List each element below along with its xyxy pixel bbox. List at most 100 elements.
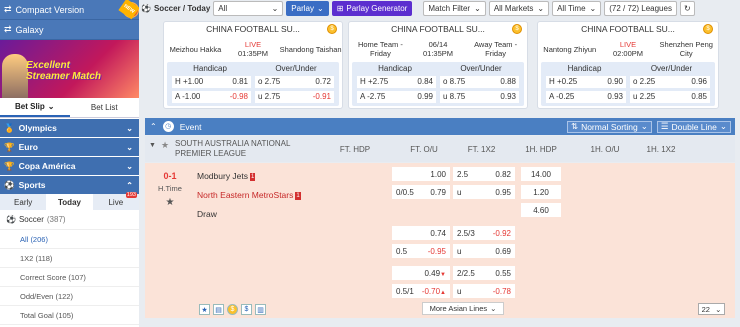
odds-button[interactable]: u 8.75 0.93 <box>440 90 519 103</box>
info-icon[interactable]: ▤ <box>213 304 224 315</box>
market-correct-score[interactable]: Correct Score (107) <box>0 268 139 287</box>
odds-value: 0.79 <box>430 187 446 197</box>
tab-today[interactable]: Today <box>46 194 93 210</box>
market-count: (107) <box>68 272 86 282</box>
market-all[interactable]: All (206) <box>0 230 139 249</box>
line-label: 0.5/1 <box>396 286 414 296</box>
match-filter-dropdown[interactable]: Match Filter ⌄ <box>423 1 486 16</box>
galaxy-bar[interactable]: ⇄ Galaxy <box>0 20 139 40</box>
odds-value: 0.49 <box>424 268 441 278</box>
home-team-name: Modbury Jets <box>197 171 249 181</box>
odds-button[interactable]: A -2.75 0.99 <box>357 90 436 103</box>
tab-bet-list[interactable]: Bet List <box>70 98 140 117</box>
page-count-select[interactable]: 22 ⌄ <box>698 303 725 315</box>
odds-button[interactable]: 14.00 <box>521 167 561 181</box>
card-league-label: CHINA FOOTBALL SU... <box>206 24 300 34</box>
olympics-icon: 🏅 <box>4 122 15 133</box>
odds-value: -0.92 <box>492 228 511 238</box>
odds-value: 0.84 <box>417 77 433 86</box>
tab-live[interactable]: Live 193 <box>93 192 139 210</box>
odds-button[interactable]: u 0.69 <box>453 244 515 258</box>
all-markets-dropdown[interactable]: All Markets ⌄ <box>488 1 550 16</box>
dollar-icon[interactable]: $ <box>241 304 252 315</box>
league-title: SOUTH AUSTRALIA NATIONAL PREMIER LEAGUE <box>175 139 291 158</box>
category-copa-america[interactable]: 🏆 Copa América ⌄ <box>0 156 139 175</box>
all-time-dropdown[interactable]: All Time ⌄ <box>552 1 602 16</box>
odds-button[interactable]: 2.5 0.82 <box>453 167 515 181</box>
odds-button[interactable]: 0/0.5 0.79 <box>392 185 450 199</box>
category-olympics[interactable]: 🏅 Olympics ⌄ <box>0 118 139 137</box>
clock-icon: ◷ <box>162 121 174 132</box>
card-status: LIVE <box>244 40 262 49</box>
odds-button[interactable]: 4.60 <box>521 203 561 217</box>
odds-button[interactable]: o 2.75 0.72 <box>255 75 334 88</box>
star-icon[interactable]: ★ <box>161 140 169 150</box>
leagues-dropdown[interactable]: (72 / 72) Leagues <box>604 1 677 16</box>
odds-button[interactable]: u 2.25 0.85 <box>630 90 710 103</box>
market-1x2[interactable]: 1X2 (118) <box>0 249 139 268</box>
collapse-icon[interactable]: ⌃ <box>150 122 157 131</box>
bet-tabs: Bet Slip ⌄ Bet List <box>0 98 139 118</box>
market-total-goal[interactable]: Total Goal (105) <box>0 306 139 325</box>
odds-value: 1.20 <box>533 187 549 197</box>
odds-button[interactable]: H +0.25 0.90 <box>546 75 626 88</box>
parlay-generator-button[interactable]: ⊞ Parlay Generator <box>331 1 413 16</box>
double-line-dropdown[interactable]: ☰ Double Line ⌄ <box>656 120 731 133</box>
match-period: H.Time <box>158 184 182 193</box>
odds-button[interactable]: 0.5/1 -0.70▲ <box>392 284 450 298</box>
card-away-team: Shandong Taishan <box>279 44 342 54</box>
match-actions: ★ ▤ $ $ ▥ <box>199 304 266 315</box>
coin-icon: $ <box>512 24 522 34</box>
category-euro[interactable]: 🏆 Euro ⌄ <box>0 137 139 156</box>
sport-count: (387) <box>46 215 66 224</box>
odds-button[interactable]: H +2.75 0.84 <box>357 75 436 88</box>
card-league: CHINA FOOTBALL SU... $ <box>349 22 527 36</box>
col-ft-ou: FT. O/U <box>410 144 438 154</box>
featured-match-card[interactable]: CHINA FOOTBALL SU... $ Nantong Zhiyun LIV… <box>537 21 719 109</box>
all-select[interactable]: All ⌄ <box>213 1 284 16</box>
market-odd-even[interactable]: Odd/Even (122) <box>0 287 139 306</box>
star-icon[interactable]: ★ <box>145 197 195 208</box>
sport-soccer[interactable]: ⚽ Soccer (387) <box>0 210 139 230</box>
coin-icon[interactable]: $ <box>227 304 238 315</box>
favorite-star-icon[interactable]: ★ <box>199 304 210 315</box>
odds-button[interactable]: 0.5 -0.95 <box>392 244 450 258</box>
league-name[interactable]: ▼ ★ SOUTH AUSTRALIA NATIONAL PREMIER LEA… <box>145 139 320 159</box>
odds-button[interactable]: 1.00 <box>392 167 450 181</box>
odds-button[interactable]: u 0.95 <box>453 185 515 199</box>
collapse-triangle-icon[interactable]: ▼ <box>149 141 156 151</box>
tab-early[interactable]: Early <box>0 194 46 210</box>
normal-sorting-dropdown[interactable]: ⇅ Normal Sorting ⌄ <box>566 120 652 133</box>
all-time-label: All Time <box>557 4 586 13</box>
line-label: o 2.75 <box>258 77 281 86</box>
odds-button[interactable]: o 8.75 0.88 <box>440 75 519 88</box>
refresh-button[interactable]: ↻ <box>679 1 695 16</box>
card-home-team: Meizhou Hakka <box>169 44 222 54</box>
odds-button[interactable]: H +1.00 0.81 <box>172 75 251 88</box>
tab-bet-slip[interactable]: Bet Slip ⌄ <box>0 98 70 117</box>
banner-title-line1: Excellent <box>26 60 70 71</box>
line-label: A -0.25 <box>549 92 575 101</box>
home-team: Modbury Jets 1 <box>197 167 387 186</box>
category-sports[interactable]: ⚽ Sports ⌃ <box>0 175 139 194</box>
odds-button[interactable]: A -0.25 0.93 <box>546 90 626 103</box>
odds-button[interactable]: 0.74 <box>392 226 450 240</box>
more-asian-lines-button[interactable]: More Asian Lines ⌄ <box>422 302 504 315</box>
odds-button[interactable]: u -0.78 <box>453 284 515 298</box>
featured-match-card[interactable]: CHINA FOOTBALL SU... $ Home Team - Friday… <box>348 21 528 109</box>
odds-button[interactable]: 2.5/3 -0.92 <box>453 226 515 240</box>
promo-banner[interactable]: Excellent Streamer Match <box>0 40 139 98</box>
odds-value: 0.74 <box>430 228 446 238</box>
odds-button[interactable]: u 2.75 -0.91 <box>255 90 334 103</box>
parlay-button[interactable]: Parlay ⌄ <box>286 1 329 16</box>
odds-button[interactable]: 2/2.5 0.55 <box>453 266 515 280</box>
featured-match-card[interactable]: CHINA FOOTBALL SU... $ Meizhou Hakka LIVE… <box>163 21 343 109</box>
stats-icon[interactable]: ▥ <box>255 304 266 315</box>
odds-button[interactable]: A -1.00 -0.98 <box>172 90 251 103</box>
odds-button[interactable]: 0.49▼ <box>392 266 450 280</box>
soccer-ball-icon: ⚽ <box>141 4 151 13</box>
odds-button[interactable]: 1.20 <box>521 185 561 199</box>
odds-button[interactable]: o 2.25 0.96 <box>630 75 710 88</box>
period-tabs: Early Today Live 193 <box>0 192 139 210</box>
compact-version-bar[interactable]: ⇄ Compact Version NEW <box>0 0 139 20</box>
